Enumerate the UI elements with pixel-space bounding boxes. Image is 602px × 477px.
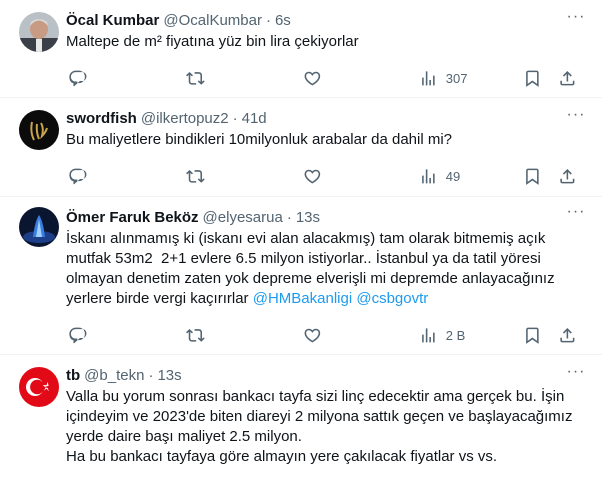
heart-icon (304, 71, 321, 86)
separator-dot: · (286, 209, 292, 226)
tweet-text: Maltepe de m² fiyatına yüz bin lira çeki… (66, 33, 359, 50)
display-name[interactable]: swordfish (66, 109, 137, 129)
views-button[interactable]: 2 B (419, 326, 465, 345)
display-name[interactable]: Öcal Kumbar (66, 11, 159, 31)
tweet-header: Ömer Faruk Beköz @elyesarua · 13s (66, 208, 586, 228)
views-count: 307 (445, 70, 468, 86)
separator-dot: · (232, 110, 238, 127)
tweet-text: Valla bu yorum sonrası bankacı tayfa siz… (66, 388, 573, 465)
tweet-header: Öcal Kumbar @OcalKumbar · 6s (66, 11, 586, 31)
like-button[interactable] (303, 69, 322, 88)
tweet-actions: 2 B (66, 315, 586, 355)
bookmark-button[interactable] (523, 69, 542, 88)
share-button[interactable] (558, 167, 577, 186)
tweet[interactable]: swordfish @ilkertopuz2 · 41d ··· Bu mali… (0, 98, 602, 197)
user-handle[interactable]: @b_tekn (84, 366, 144, 386)
more-options-icon[interactable]: ··· (566, 364, 586, 385)
retweet-button[interactable] (186, 69, 205, 88)
tweet-header: tb @b_tekn · 13s (66, 366, 586, 386)
more-options-icon[interactable]: ··· (566, 204, 586, 225)
like-button[interactable] (303, 167, 322, 186)
tweet-actions: 307 (66, 58, 586, 98)
mention-link[interactable]: @csbgovtr (356, 290, 428, 307)
retweet-button[interactable] (186, 167, 205, 186)
tweet[interactable]: Öcal Kumbar @OcalKumbar · 6s ··· Maltepe… (0, 0, 602, 98)
views-chart-icon (422, 168, 435, 184)
avatar[interactable] (19, 110, 59, 150)
bookmark-icon (526, 168, 539, 185)
timestamp[interactable]: 13s (296, 208, 320, 228)
views-chart-icon (422, 70, 435, 86)
reply-button[interactable] (68, 326, 87, 345)
user-handle[interactable]: @elyesarua (203, 208, 283, 228)
more-options-icon[interactable]: ··· (566, 107, 586, 128)
bookmark-button[interactable] (523, 167, 542, 186)
views-count: 49 (445, 168, 461, 184)
retweet-button[interactable] (186, 326, 205, 345)
share-button[interactable] (558, 326, 577, 345)
more-options-icon[interactable]: ··· (566, 9, 586, 30)
reply-icon (69, 70, 87, 86)
avatar[interactable] (19, 207, 59, 247)
retweet-icon (186, 71, 205, 85)
share-icon (560, 168, 575, 184)
bookmark-button[interactable] (523, 326, 542, 345)
heart-icon (304, 328, 321, 343)
tweet[interactable]: tb @b_tekn · 13s ··· Valla bu yorum sonr… (0, 355, 602, 477)
user-handle[interactable]: @OcalKumbar (163, 11, 262, 31)
tweet-header: swordfish @ilkertopuz2 · 41d (66, 109, 586, 129)
avatar[interactable] (19, 367, 59, 407)
views-button[interactable]: 307 (419, 69, 467, 88)
share-icon (560, 327, 575, 343)
tweet-text: İskanı alınmamış ki (iskanı evi alan ala… (66, 229, 586, 309)
views-count: 2 B (445, 327, 466, 343)
bookmark-icon (526, 70, 539, 87)
heart-icon (304, 169, 321, 184)
views-button[interactable]: 49 (419, 167, 460, 186)
views-chart-icon (422, 327, 435, 343)
like-button[interactable] (303, 326, 322, 345)
timestamp[interactable]: 13s (157, 366, 181, 386)
timestamp[interactable]: 6s (275, 11, 291, 31)
bookmark-icon (526, 327, 539, 344)
user-handle[interactable]: @ilkertopuz2 (141, 109, 229, 129)
tweet-text: Bu maliyetlere bindikleri 10milyonluk ar… (66, 131, 453, 148)
share-icon (560, 70, 575, 86)
tweet-actions: 49 (66, 156, 586, 196)
tweet[interactable]: Ömer Faruk Beköz @elyesarua · 13s ··· İs… (0, 197, 602, 355)
reply-icon (69, 327, 87, 343)
reply-icon (69, 168, 87, 184)
avatar[interactable] (19, 12, 59, 52)
separator-dot: · (148, 367, 154, 384)
reply-button[interactable] (68, 69, 87, 88)
separator-dot: · (265, 12, 271, 29)
mention-link[interactable]: @HMBakanligi (253, 290, 352, 307)
share-button[interactable] (558, 69, 577, 88)
retweet-icon (186, 169, 205, 183)
display-name[interactable]: Ömer Faruk Beköz (66, 208, 199, 228)
retweet-icon (186, 328, 205, 342)
display-name[interactable]: tb (66, 366, 80, 386)
reply-button[interactable] (68, 167, 87, 186)
timestamp[interactable]: 41d (242, 109, 267, 129)
